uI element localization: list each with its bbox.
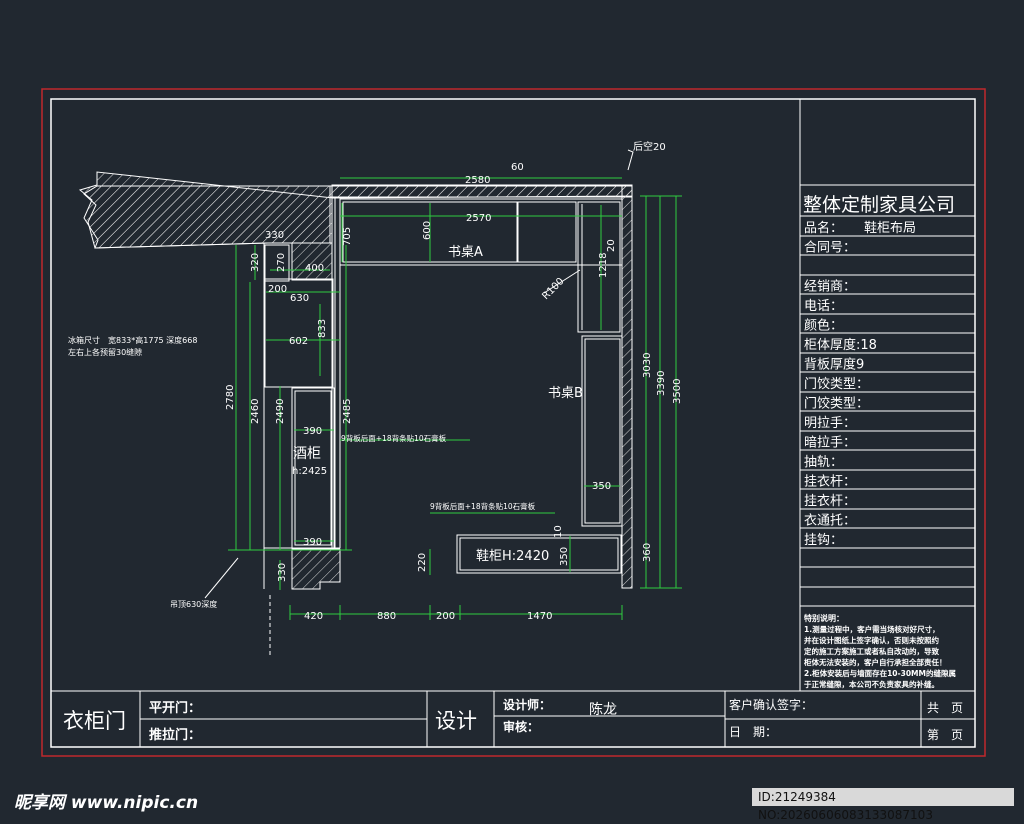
dim-label: 270 — [276, 253, 287, 272]
dim-label: 600 — [422, 221, 433, 240]
dim-label: 60 — [511, 162, 524, 173]
total-pages: 共 页 — [927, 701, 963, 715]
info-row-label: 经销商： — [804, 280, 856, 295]
swing-door-label: 平开门： — [149, 700, 201, 716]
notes-line: 并在设计图纸上签字确认，否则未按照约 — [804, 635, 939, 645]
designer-name: 陈龙 — [589, 701, 617, 718]
dim-label: 3390 — [656, 371, 667, 396]
back-panel-note: 9背板后面+18背条贴10石膏板 — [430, 501, 536, 511]
info-row-label: 抽轨： — [804, 455, 843, 470]
wall-top-main — [83, 185, 331, 249]
dim-label: 2460 — [250, 399, 261, 424]
info-row-label: 柜体厚度:18 — [804, 337, 877, 353]
dim-label: 2570 — [466, 213, 491, 224]
info-row-label: 衣通托： — [804, 513, 856, 529]
info-rows: 品名： 鞋柜布局合同号： 经销商： 电话： 颜色： 柜体厚度:18 背板厚度9 门饺类型： 门饺… — [804, 220, 916, 548]
notes-line: 2.柜体安装后与墙面存在10-30MM的缝隙属 — [804, 668, 956, 678]
info-row-label: 挂衣杆： — [804, 493, 856, 509]
dim-label: 330 — [277, 563, 288, 582]
dim-label: 3500 — [672, 379, 683, 404]
ceiling-note: 吊顶630深度 — [170, 599, 217, 609]
dim-label: 420 — [304, 611, 323, 622]
dim-label: 880 — [377, 611, 396, 622]
desk-b-label: 书桌B — [548, 386, 583, 401]
review-label: 审核： — [503, 719, 539, 734]
dim-label: 200 — [436, 611, 455, 622]
company-name: 整体定制家具公司 — [803, 194, 955, 216]
wardrobe-door-label: 衣柜门 — [63, 709, 126, 733]
customer-sign-label: 客户确认签字： — [729, 697, 813, 712]
cad-drawing: 整体定制家具公司 品名： 鞋柜布局合同号： 经销商： 电话： 颜色： 柜体厚度:18 背板厚… — [41, 88, 986, 757]
dim-label: 200 — [268, 284, 287, 295]
notes-line: 1.测量过程中，客户需当场核对好尺寸， — [804, 624, 940, 634]
info-row-label: 挂衣杆： — [804, 474, 856, 490]
info-row-value: 鞋柜布局 — [864, 220, 916, 236]
desk-b-outline — [581, 335, 623, 527]
wall-left-column — [291, 242, 333, 281]
back-gap-label: 后空20 — [633, 140, 666, 153]
dim-label: R100 — [540, 276, 566, 302]
dim-label: 2485 — [342, 399, 353, 424]
dim-label: 350 — [592, 481, 611, 492]
info-row-label: 电话： — [804, 299, 843, 314]
dim-label: 705 — [342, 227, 353, 246]
info-row-label: 暗拉手： — [804, 436, 856, 451]
info-row-label: 合同号： — [804, 241, 856, 256]
info-row-label: 挂钩： — [804, 533, 843, 548]
desk-a-label: 书桌A — [448, 245, 483, 260]
designer-label: 设计师： — [503, 697, 551, 712]
wall-top-strip — [329, 185, 633, 198]
info-row-label: 背板厚度9 — [804, 357, 864, 373]
dim-label: 330 — [265, 230, 284, 241]
dim-label: 390 — [303, 426, 322, 437]
dim-label: 20 — [606, 239, 617, 252]
info-row-label: 品名： — [804, 220, 843, 236]
dim-label: 1470 — [527, 611, 552, 622]
dim-label: 833 — [317, 319, 328, 338]
notes-title: 特别说明： — [804, 613, 844, 623]
wine-cabinet-height: h:2425 — [292, 466, 327, 477]
dim-label: 10 — [553, 525, 564, 538]
info-row-label: 明拉手： — [804, 416, 856, 431]
dim-label: 360 — [642, 543, 653, 562]
dim-label: 630 — [290, 293, 309, 304]
bottom-strip: 衣柜门 平开门： 推拉门： 设计 设计师： 陈龙 审核： 客户确认签字： 日 期… — [63, 697, 963, 743]
dim-label: 320 — [250, 253, 261, 272]
page-number: 第 页 — [927, 728, 963, 742]
watermark-id: ID:21249384 NO:20260606083133087103 — [752, 788, 1014, 822]
info-row-label: 门饺类型： — [804, 397, 869, 412]
fridge-note: 冰箱尺寸 宽833*高1775 深度668 — [68, 335, 197, 345]
dim-label: 602 — [289, 336, 308, 347]
dim-label: 3030 — [642, 353, 653, 378]
dim-label: 220 — [417, 553, 428, 572]
walls — [78, 171, 633, 590]
dim-label: 2490 — [275, 399, 286, 424]
shoe-cabinet-label: 鞋柜H:2420 — [476, 548, 549, 564]
info-row-label: 颜色： — [804, 318, 843, 334]
dim-label: 390 — [303, 537, 322, 548]
dim-label: 350 — [559, 547, 570, 566]
sliding-door-label: 推拉门： — [149, 727, 201, 743]
dim-label: 1218 — [598, 253, 609, 278]
wall-right — [621, 185, 633, 589]
watermark-logo: 昵享网 www.nipic.cn — [14, 793, 199, 813]
design-label: 设计 — [435, 709, 477, 733]
wall-bottom-left — [291, 548, 341, 590]
info-row-label: 门饺类型： — [804, 377, 869, 392]
notes: 特别说明： 1.测量过程中，客户需当场核对好尺寸， 并在设计图纸上签字确认，否则… — [803, 613, 956, 689]
back-panel-note: 9背板后面+18背条贴10石膏板 — [341, 433, 447, 443]
dim-label: 2780 — [225, 385, 236, 410]
fridge-note: 左右上各预留30缝隙 — [68, 347, 142, 357]
dim-label: 400 — [305, 263, 324, 274]
desk-a-cab1 — [517, 201, 577, 263]
notes-line: 于正常缝隙，本公司不负责家具的补缝。 — [804, 679, 939, 689]
notes-line: 定的施工方案施工或者私自改动的，导致 — [804, 646, 939, 656]
desk-b-inner — [584, 338, 621, 524]
date-label: 日 期： — [729, 725, 777, 739]
wine-cabinet-label: 酒柜 — [293, 446, 321, 462]
dim-label: 2580 — [465, 175, 490, 186]
notes-line: 柜体无法安装的，客户自行承担全部责任！ — [803, 657, 947, 667]
